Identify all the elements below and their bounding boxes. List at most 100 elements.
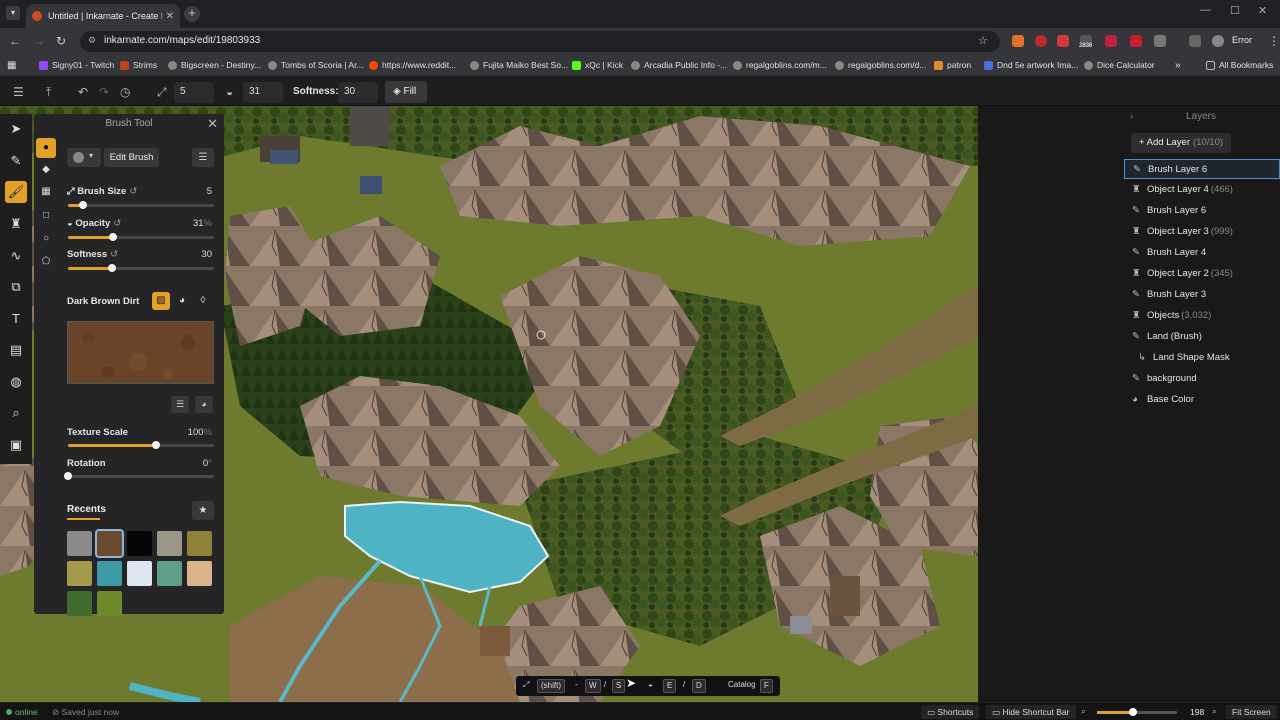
recent-swatch[interactable]	[67, 531, 92, 556]
eyedropper-tool-icon[interactable]: ✎	[5, 150, 27, 172]
extension-icon[interactable]	[1130, 35, 1142, 47]
recent-swatch[interactable]	[97, 591, 122, 616]
close-window-icon[interactable]: ✕	[1258, 4, 1267, 17]
object-mode-icon[interactable]: ◆	[36, 160, 56, 180]
path-tool-icon[interactable]: ∿	[5, 245, 27, 267]
more-bookmarks-icon[interactable]: »	[1175, 60, 1181, 71]
extension-icon[interactable]	[1105, 35, 1117, 47]
slider-handle[interactable]	[78, 201, 87, 209]
text-tool-icon[interactable]: T	[5, 308, 27, 330]
layer-row[interactable]: ♜ Objects (3,032)	[1124, 306, 1280, 326]
bookmark-star-icon[interactable]: ☆	[978, 34, 988, 47]
profile-error-button[interactable]: Error	[1232, 35, 1252, 45]
slider-handle[interactable]	[64, 472, 72, 480]
undo-icon[interactable]: ↶	[78, 85, 88, 99]
browser-menu-icon[interactable]: ⋮	[1268, 34, 1280, 48]
recent-swatch[interactable]	[127, 531, 152, 556]
tab-close-icon[interactable]: ✕	[166, 11, 174, 22]
softness-value[interactable]: 30	[201, 249, 212, 260]
recent-swatch[interactable]	[157, 561, 182, 586]
bookmark-item[interactable]: patron	[934, 60, 971, 70]
slider-handle[interactable]	[1129, 708, 1137, 716]
site-info-icon[interactable]: ⚙	[88, 35, 96, 46]
softness-input[interactable]: 30	[338, 82, 378, 103]
texture-scale-slider[interactable]	[68, 441, 214, 449]
eraser-icon[interactable]: ◊	[194, 292, 212, 310]
opacity-slider[interactable]	[68, 233, 214, 241]
brush-tool-icon[interactable]: 🖌	[5, 181, 27, 203]
extension-icon[interactable]	[1012, 35, 1024, 47]
recent-swatch[interactable]	[187, 561, 212, 586]
polygon-shape-icon[interactable]: ⬠	[36, 252, 56, 272]
bookmark-item[interactable]: Dice Calculator	[1084, 60, 1155, 70]
texture-scale-value[interactable]: 100%	[188, 427, 212, 438]
layer-row[interactable]: ✎ Brush Layer 6	[1124, 201, 1280, 221]
layer-row[interactable]: ✎ Land (Brush)	[1124, 327, 1280, 347]
bookmark-item[interactable]: Fujita Maiko Best So...	[470, 60, 568, 70]
zoom-slider[interactable]	[1097, 708, 1177, 716]
minimize-icon[interactable]: —	[1200, 4, 1211, 16]
redo-icon[interactable]: ↷	[99, 85, 109, 99]
select-tool-icon[interactable]: ➤	[5, 118, 27, 140]
all-bookmarks-folder[interactable]: All Bookmarks	[1206, 60, 1273, 70]
export-icon[interactable]: ⤒	[46, 85, 51, 100]
layer-row[interactable]: ♜ Object Layer 2 (345)	[1124, 264, 1280, 284]
add-layer-button[interactable]: + Add Layer (10/10)	[1131, 133, 1231, 153]
bookmark-item[interactable]: https://www.reddit...	[369, 60, 456, 70]
hide-shortcut-bar-button[interactable]: ▭ Hide Shortcut Bar	[986, 705, 1076, 719]
layer-row[interactable]: ✎ Brush Layer 3	[1124, 285, 1280, 305]
recent-swatch[interactable]	[95, 529, 124, 558]
square-shape-icon[interactable]: □	[36, 206, 56, 226]
extension-icon[interactable]	[1035, 35, 1047, 47]
main-menu-icon[interactable]: ☰	[13, 85, 24, 99]
color-palette-icon[interactable]: ◕	[173, 292, 191, 310]
apps-grid-icon[interactable]: ▦	[7, 60, 16, 71]
texture-settings-icon[interactable]: ☰	[171, 396, 189, 413]
bookmark-item[interactable]: Dnd 5e artwork Ima...	[984, 60, 1078, 70]
panel-close-icon[interactable]: ✕	[207, 116, 218, 132]
opacity-value[interactable]: 31%	[193, 218, 212, 229]
adblock-icon[interactable]	[1057, 35, 1069, 47]
favorites-star-icon[interactable]: ★	[192, 501, 214, 520]
bookmark-item[interactable]: Arcadia Public Info -...	[631, 60, 727, 70]
bookmark-item[interactable]: Tombs of Scoria | Ar...	[268, 60, 364, 70]
layer-row[interactable]: ✎ Brush Layer 4	[1124, 243, 1280, 263]
globe-tool-icon[interactable]: ◍	[5, 371, 27, 393]
reset-icon[interactable]: ↺	[113, 218, 121, 229]
brush-size-input[interactable]: 5	[174, 82, 214, 103]
reading-list-icon[interactable]	[1189, 35, 1201, 47]
recent-swatch[interactable]	[187, 531, 212, 556]
softness-slider[interactable]	[68, 264, 214, 272]
recent-swatch[interactable]	[67, 591, 92, 616]
recent-swatch[interactable]	[127, 561, 152, 586]
texture-mode-icon[interactable]: ▨	[152, 292, 170, 310]
reload-icon[interactable]: ↻	[56, 34, 66, 48]
recent-swatch[interactable]	[67, 561, 92, 586]
rotation-slider[interactable]	[64, 472, 214, 480]
edit-brush-button[interactable]: Edit Brush	[104, 148, 159, 167]
layer-row[interactable]: ♜ Object Layer 3 (999)	[1124, 222, 1280, 242]
opacity-input[interactable]: 31	[243, 82, 283, 103]
fit-screen-button[interactable]: Fit Screen	[1226, 705, 1277, 719]
layer-row[interactable]: ✎ Brush Layer 6	[1124, 159, 1280, 179]
new-tab-button[interactable]: +	[184, 6, 200, 22]
save-tool-icon[interactable]: ▣	[5, 434, 27, 456]
brush-settings-icon[interactable]: ☰	[192, 148, 214, 167]
fill-button[interactable]: ◈ Fill	[385, 81, 427, 103]
browser-tab[interactable]: Untitled | Inkarnate - Create Fa ✕	[26, 4, 180, 28]
address-bar[interactable]: ⚙ inkarnate.com/maps/edit/19803933	[80, 31, 1000, 52]
zoom-out-icon[interactable]: ⌕	[1081, 706, 1086, 717]
extensions-puzzle-icon[interactable]	[1154, 35, 1166, 47]
bookmark-item[interactable]: regalgoblins.com/d...	[835, 60, 926, 70]
notes-tool-icon[interactable]: ▤	[5, 339, 27, 361]
layer-row[interactable]: ✎ background	[1124, 369, 1280, 389]
slider-handle[interactable]	[109, 233, 118, 241]
circle-shape-icon[interactable]: ○	[36, 229, 56, 249]
shortcuts-button[interactable]: ▭ Shortcuts	[921, 705, 980, 719]
bookmark-item[interactable]: Signy01 - Twitch	[39, 60, 114, 70]
zoom-in-icon[interactable]: ⌕	[1212, 706, 1217, 717]
stamp-tool-icon[interactable]: ♜	[5, 213, 27, 235]
forward-icon[interactable]: →	[33, 34, 45, 48]
brush-size-value[interactable]: 5	[207, 186, 212, 197]
profile-avatar[interactable]	[1212, 35, 1224, 47]
